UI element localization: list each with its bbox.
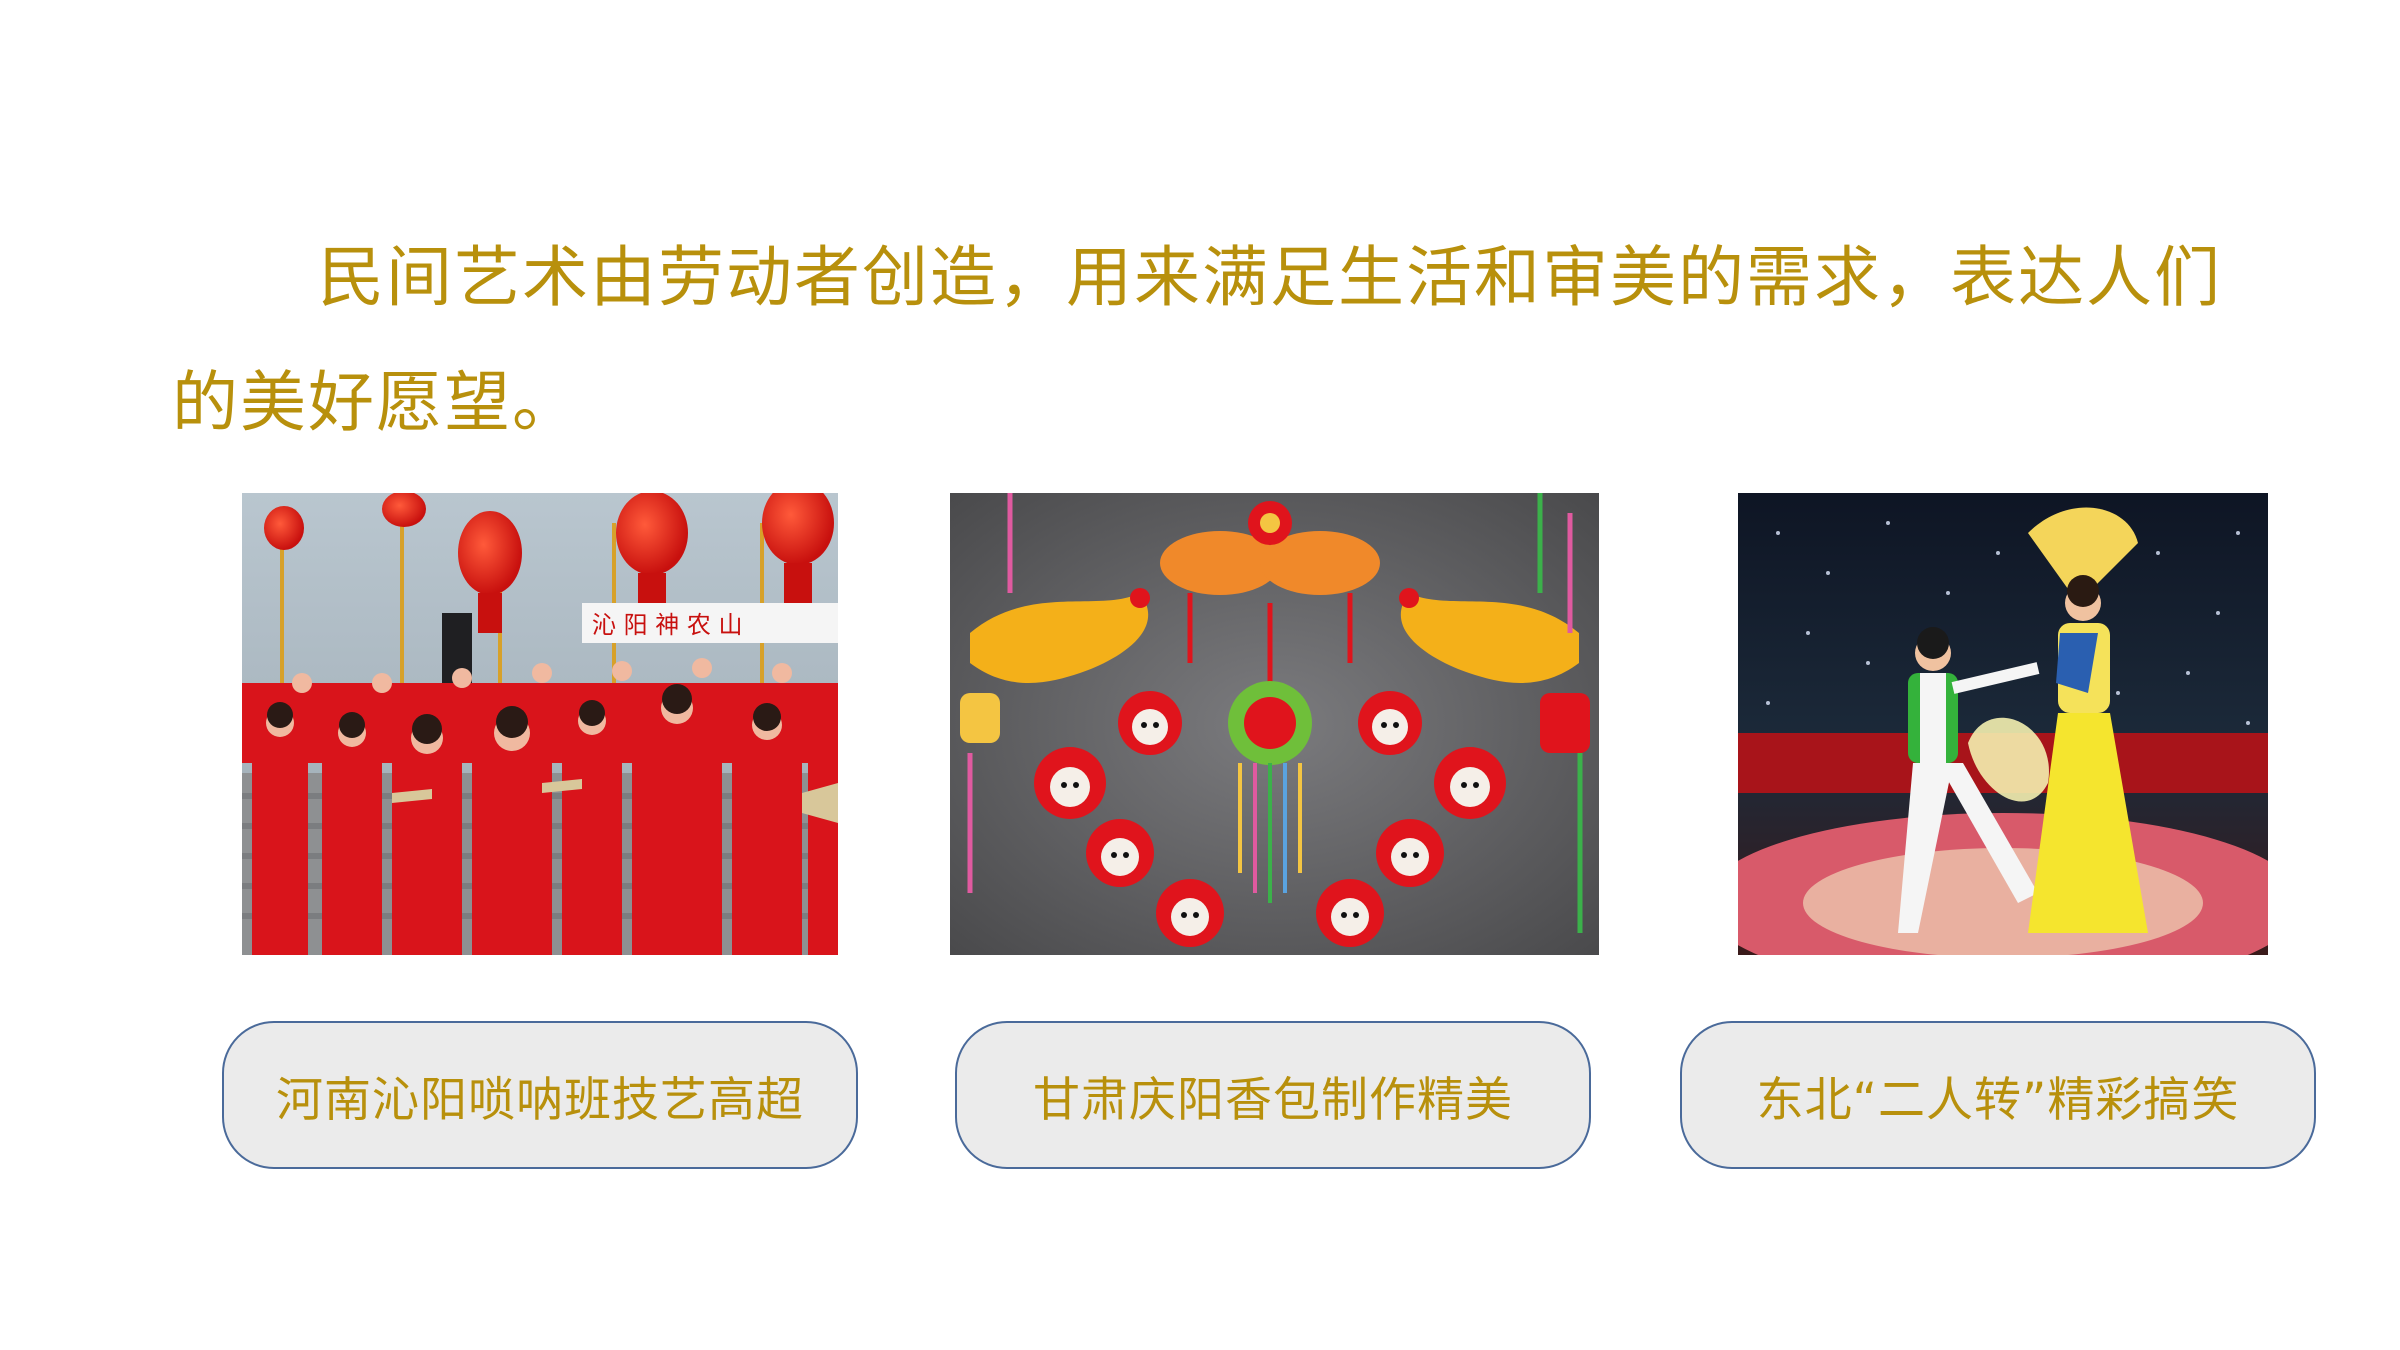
- caption-sachet: 甘肃庆阳香包制作精美: [955, 1021, 1591, 1169]
- intro-paragraph: 民间艺术由劳动者创造，用来满足生活和审美的需求，表达人们的美好愿望。: [172, 239, 2222, 441]
- errenzhuan-image: [1738, 493, 2268, 955]
- sachet-photo: [950, 493, 1599, 955]
- caption-label: 东北“二人转”精彩搞笑: [1756, 1072, 2240, 1128]
- caption-suona-band: 河南沁阳唢呐班技艺高超: [222, 1021, 858, 1169]
- errenzhuan-photo: [1738, 493, 2268, 955]
- caption-label: 河南沁阳唢呐班技艺高超: [276, 1072, 804, 1128]
- banner-sign-text: 沁 阳 神 农 山: [592, 611, 743, 639]
- sachet-image: [950, 493, 1599, 955]
- caption-errenzhuan: 东北“二人转”精彩搞笑: [1680, 1021, 2316, 1169]
- suona-band-image: 沁 阳 神 农 山: [242, 493, 838, 955]
- caption-label: 甘肃庆阳香包制作精美: [1033, 1072, 1513, 1128]
- suona-band-photo: 沁 阳 神 农 山: [242, 493, 838, 955]
